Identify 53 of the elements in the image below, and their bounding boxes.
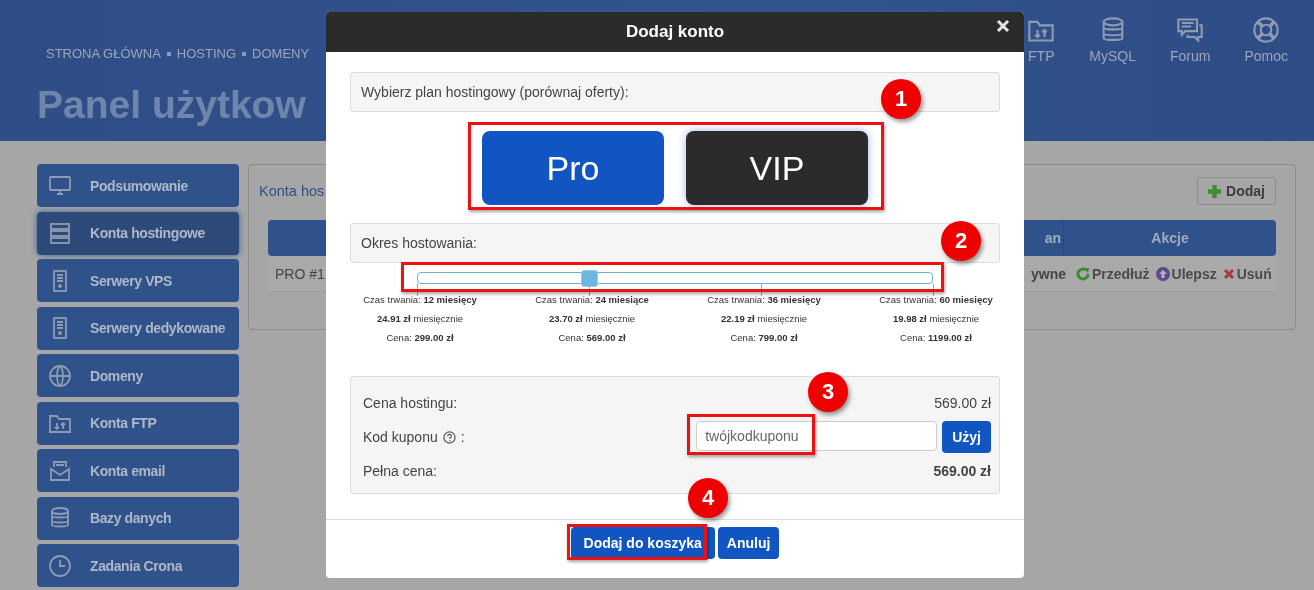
nav-link[interactable]: DOMENY xyxy=(252,46,310,61)
sidebar-item[interactable]: Serwery VPS xyxy=(37,259,239,302)
action-link[interactable]: Usuń xyxy=(1222,265,1272,282)
section-label: Okres hostowania: xyxy=(361,235,477,251)
coupon-label: Kod kuponu xyxy=(363,429,438,445)
table-cell: ywne xyxy=(1031,265,1066,282)
total-price-text: Cena: 799.00 zł xyxy=(730,332,798,343)
shortcut-link[interactable]: MySQL xyxy=(1089,16,1136,64)
sidebar-item[interactable]: Domeny xyxy=(37,354,239,397)
total-price-text: Cena: 299.00 zł xyxy=(386,332,454,343)
shortcut-link[interactable]: Forum xyxy=(1169,16,1211,64)
plan-button[interactable]: Pro xyxy=(482,131,664,205)
add-button[interactable]: Dodaj xyxy=(1197,177,1276,205)
hosting-price-value: 569.00 zł xyxy=(934,395,991,411)
coupon-input[interactable]: twójkodkuponu xyxy=(696,421,938,451)
duration-text: Czas trwania: 60 miesięcy xyxy=(879,294,993,305)
total-price-label: Pełna cena: xyxy=(363,463,437,479)
shortcut-link[interactable]: FTP xyxy=(1027,16,1056,64)
total-price-text: Cena: 1199.00 zł xyxy=(900,332,972,343)
nav-link[interactable]: STRONA GŁÓWNA xyxy=(46,46,161,61)
step-badge: 4 xyxy=(688,478,728,518)
nav-link[interactable]: HOSTING xyxy=(176,46,237,61)
monthly-price-text: 24.91 zł miesięcznie xyxy=(376,313,464,324)
sidebar-item[interactable]: Bazy danych xyxy=(37,496,239,540)
dialog-title: Dodaj konto xyxy=(625,22,725,42)
monthly-price-text: 19.98 zł miesięcznie xyxy=(892,313,980,324)
table-cell-text: PRO #1 xyxy=(274,265,325,282)
apply-button[interactable]: Użyj xyxy=(942,421,991,453)
action-link[interactable]: Przedłuż xyxy=(1076,265,1150,282)
plan-button[interactable]: VIP xyxy=(686,131,868,205)
sidebar-item[interactable]: Podsumowanie xyxy=(37,164,239,207)
monthly-price-text: 22.19 zł miesięcznie xyxy=(720,313,808,324)
action-link[interactable]: Ulepsz xyxy=(1155,265,1217,282)
total-price-text: Cena: 569.00 zł xyxy=(558,332,626,343)
duration-text: Czas trwania: 12 miesięcy xyxy=(363,294,477,305)
colon-text: : xyxy=(460,429,465,445)
hosting-price-label: Cena hostingu: xyxy=(363,395,458,411)
sidebar-item[interactable]: Konta hostingowe xyxy=(37,211,239,255)
page-title: Panel użytkow xyxy=(37,83,307,127)
monthly-price-text: 23.70 zł miesięcznie xyxy=(548,313,636,324)
cancel-button[interactable]: Anuluj xyxy=(717,527,780,559)
sidebar-item[interactable]: Konta email xyxy=(37,449,239,492)
total-price-value: 569.00 zł xyxy=(933,463,991,479)
panel-title: Konta hos xyxy=(259,183,325,199)
duration-text: Czas trwania: 36 miesięcy xyxy=(707,294,821,305)
duration-text: Czas trwania: 24 miesiące xyxy=(535,294,649,305)
sidebar-item[interactable]: Konta FTP xyxy=(37,401,239,445)
add-to-cart-button[interactable]: Dodaj do koszyka xyxy=(570,527,715,559)
shortcut-link[interactable]: Pomoc xyxy=(1244,16,1288,64)
section-label: Wybierz plan hostingowy (porównaj oferty): xyxy=(361,84,629,100)
sidebar-item[interactable]: Zadania Crona xyxy=(37,544,239,587)
column-header: Akcje xyxy=(1150,230,1190,246)
sidebar-item[interactable]: Serwery dedykowane xyxy=(37,306,239,350)
